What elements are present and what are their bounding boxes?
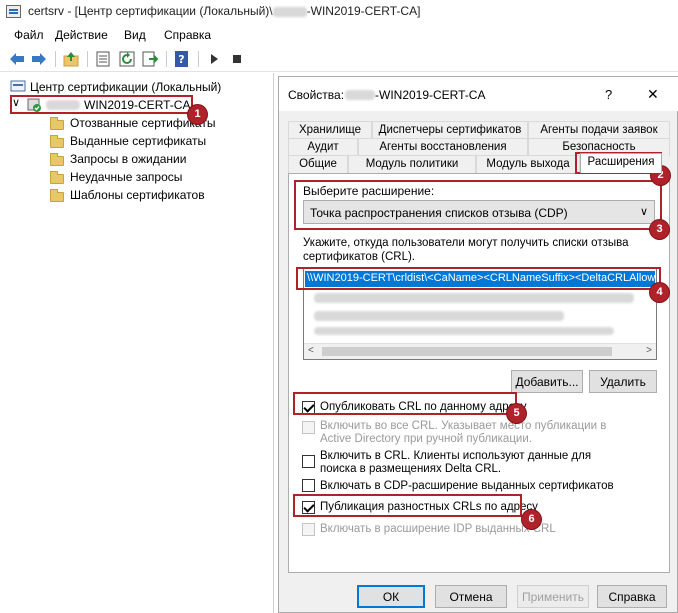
- extension-select[interactable]: Точка распространения списков отзыва (CD…: [303, 200, 655, 224]
- refresh-icon[interactable]: [118, 50, 136, 68]
- horizontal-scrollbar[interactable]: < >: [304, 343, 656, 359]
- menu-help[interactable]: Справка: [164, 28, 211, 42]
- window-title: certsrv - [Центр сертификации (Локальный…: [28, 4, 421, 18]
- tab-policy-module[interactable]: Модуль политики: [348, 155, 476, 173]
- publish-crl-checkbox[interactable]: [302, 401, 315, 414]
- properties-icon[interactable]: [94, 50, 112, 68]
- play-icon[interactable]: [205, 50, 223, 68]
- tabs-row-1: Хранилище Диспетчеры сертификатов Агенты…: [288, 121, 670, 139]
- locations-listbox[interactable]: \\WIN2019-CERT\crldist\<CaName><CRLNameS…: [303, 268, 657, 360]
- annotation-badge-3: 3: [650, 220, 669, 239]
- add-location-button[interactable]: Добавить...: [511, 370, 583, 393]
- include-all-crls-label: Включить во все CRL. Указывает место пуб…: [320, 420, 607, 445]
- include-idp-label: Включать в расширение IDP выданных CRL: [320, 523, 556, 535]
- chevron-down-icon[interactable]: ∨: [12, 96, 20, 109]
- menu-action[interactable]: Действие: [55, 28, 108, 42]
- annotation-badge-6: 6: [522, 510, 541, 529]
- stop-icon[interactable]: [228, 50, 246, 68]
- publish-delta-crl-label: Публикация разностных CRLs по адресу: [320, 501, 538, 513]
- extensions-panel: Выберите расширение: Точка распространен…: [288, 173, 670, 573]
- folder-icon: [50, 135, 64, 148]
- up-folder-icon[interactable]: [62, 50, 80, 68]
- publish-crl-label: Опубликовать CRL по данному адресу: [320, 401, 527, 413]
- window-titlebar: certsrv - [Центр сертификации (Локальный…: [0, 0, 678, 24]
- location-item-selected[interactable]: \\WIN2019-CERT\crldist\<CaName><CRLNameS…: [305, 271, 655, 287]
- annotation-badge-4: 4: [650, 283, 669, 302]
- certificate-authority-icon: [10, 80, 26, 92]
- dialog-close-button[interactable]: ✕: [647, 86, 659, 103]
- tab-exit-module[interactable]: Модуль выхода: [476, 155, 580, 173]
- dialog-help-button[interactable]: ?: [605, 87, 612, 102]
- tab-general[interactable]: Общие: [288, 155, 348, 173]
- annotation-badge-5: 5: [507, 404, 526, 423]
- tab-recovery-agents[interactable]: Агенты восстановления: [358, 138, 528, 156]
- scroll-left-icon[interactable]: <: [308, 345, 314, 356]
- chevron-down-icon: ∨: [639, 206, 648, 218]
- dialog-titlebar: Свойства: -WIN2019-CERT-CA ? ✕: [279, 77, 678, 111]
- tab-extensions[interactable]: Расширения: [580, 153, 662, 173]
- ok-button[interactable]: ОК: [357, 585, 425, 608]
- ca-server-icon: [27, 98, 41, 112]
- help-button[interactable]: Справка: [597, 585, 667, 608]
- folder-icon: [50, 117, 64, 130]
- annotation-badge-1: 1: [188, 105, 207, 124]
- folder-icon: [50, 189, 64, 202]
- properties-dialog: Свойства: -WIN2019-CERT-CA ? ✕ Хранилище…: [278, 76, 678, 613]
- cancel-button[interactable]: Отмена: [435, 585, 507, 608]
- tabs-row-3: Общие Модуль политики Модуль выхода Расш…: [288, 153, 670, 173]
- tab-enrollment-agents[interactable]: Агенты подачи заявок: [528, 121, 670, 139]
- folder-icon: [50, 171, 64, 184]
- include-in-crls-label: Включить в CRL. Клиенты используют данны…: [320, 450, 592, 475]
- certsrv-app-icon: [6, 5, 21, 18]
- include-all-crls-checkbox[interactable]: [302, 421, 315, 434]
- publish-delta-crl-checkbox[interactable]: [302, 501, 315, 514]
- back-icon[interactable]: [8, 50, 26, 68]
- dialog-title: -WIN2019-CERT-CA: [375, 88, 486, 102]
- console-tree: Центр сертификации (Локальный) ∨ WIN2019…: [0, 73, 274, 613]
- scrollbar-thumb[interactable]: [322, 347, 612, 356]
- include-cdp-label: Включать в CDP-расширение выданных серти…: [320, 480, 614, 492]
- export-icon[interactable]: [141, 50, 159, 68]
- scroll-right-icon[interactable]: >: [646, 345, 652, 356]
- menu-file[interactable]: Файл: [14, 28, 44, 42]
- forward-icon[interactable]: [30, 50, 48, 68]
- locations-description: Укажите, откуда пользователи могут получ…: [303, 237, 629, 263]
- remove-location-button[interactable]: Удалить: [589, 370, 657, 393]
- select-extension-label: Выберите расширение:: [303, 184, 435, 198]
- svg-text:?: ?: [178, 53, 184, 66]
- include-cdp-checkbox[interactable]: [302, 479, 315, 492]
- help-icon[interactable]: ?: [173, 50, 191, 68]
- tree-item-ca[interactable]: ∨ WIN2019-CERT-CA: [12, 96, 190, 114]
- folder-icon: [50, 153, 64, 166]
- tab-storage[interactable]: Хранилище: [288, 121, 372, 139]
- apply-button[interactable]: Применить: [517, 585, 589, 608]
- include-idp-checkbox[interactable]: [302, 523, 315, 536]
- menu-view[interactable]: Вид: [124, 28, 146, 42]
- tab-audit[interactable]: Аудит: [288, 138, 358, 156]
- menu-bar: Файл Действие Вид Справка: [0, 24, 678, 46]
- tab-cert-managers[interactable]: Диспетчеры сертификатов: [372, 121, 528, 139]
- toolbar: ?: [0, 46, 678, 72]
- include-in-crls-checkbox[interactable]: [302, 455, 315, 468]
